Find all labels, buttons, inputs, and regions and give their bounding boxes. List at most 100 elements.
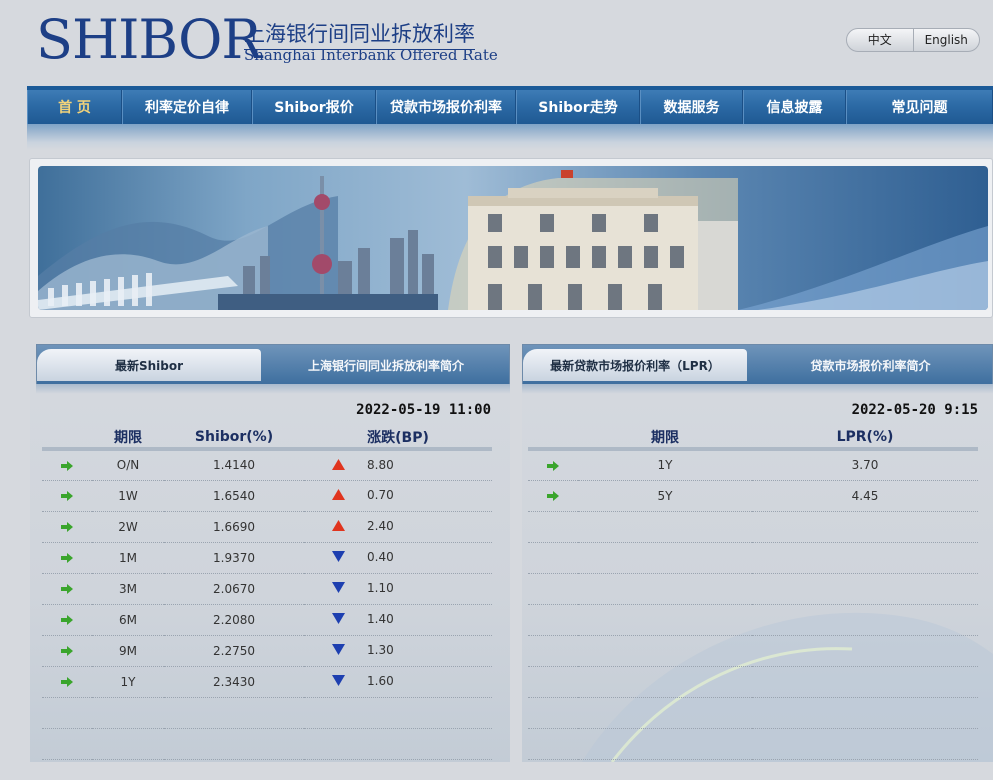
nav-faq[interactable]: 常见问题 [846,90,993,124]
shibor-rate-value: 1.9370 [164,542,304,574]
shibor-rate-value: 2.0670 [164,573,304,605]
lang-chinese-button[interactable]: 中文 [847,29,913,51]
term-link[interactable]: 1W [92,480,164,512]
go-arrow-icon[interactable] [547,491,559,501]
shibor-rate-value: 2.2750 [164,635,304,667]
row-arrow-cell[interactable] [42,449,92,481]
shibor-rate-value: 2.2080 [164,604,304,636]
tab-lpr-intro[interactable]: 贷款市场报价利率简介 [747,349,993,381]
table-row[interactable]: 1W 1.6540 0.70 [42,480,492,512]
change-value: 2.40 [367,518,394,533]
banner-illustration [38,170,988,310]
term-link[interactable]: O/N [92,449,164,481]
lang-english-button[interactable]: English [912,29,980,51]
table-row[interactable]: 6M 2.2080 1.40 [42,604,492,636]
lpr-timestamp: 2022-05-20 9:15 [851,402,978,418]
header-lpr-rate: LPR(%) [752,427,978,451]
empty-row [528,542,978,574]
term-link[interactable]: 1Y [578,449,752,481]
up-triangle-icon [332,520,345,532]
main-nav: 首 页 利率定价自律 Shibor报价 贷款市场报价利率 Shibor走势 数据… [27,86,993,124]
go-arrow-icon[interactable] [61,646,73,656]
change-wrap: 1.30 [332,643,394,657]
nav-shibor-quotes[interactable]: Shibor报价 [252,90,376,124]
header-term: 期限 [92,427,164,451]
change-cell: 0.40 [304,542,492,574]
change-wrap: 8.80 [332,458,394,472]
term-link[interactable]: 2W [92,511,164,543]
change-cell: 1.40 [304,604,492,636]
nav-lpr[interactable]: 贷款市场报价利率 [376,90,516,124]
table-row[interactable]: O/N 1.4140 8.80 [42,449,492,481]
lpr-rate-value: 3.70 [752,449,978,481]
go-arrow-icon[interactable] [61,491,73,501]
change-cell: 0.70 [304,480,492,512]
nav-shadow [27,124,993,150]
row-arrow-cell[interactable] [42,542,92,574]
change-cell: 1.30 [304,635,492,667]
language-switch: 中文 English [846,28,980,52]
change-wrap: 2.40 [332,519,394,533]
row-arrow-cell[interactable] [42,635,92,667]
row-arrow-cell[interactable] [42,573,92,605]
table-row[interactable]: 9M 2.2750 1.30 [42,635,492,667]
row-arrow-cell[interactable] [42,666,92,698]
empty-row [42,728,492,760]
header-spacer [42,427,92,451]
tab-shibor-intro[interactable]: 上海银行间同业拆放利率简介 [261,349,511,381]
change-value: 1.60 [367,673,394,688]
term-link[interactable]: 5Y [578,480,752,512]
go-arrow-icon[interactable] [61,584,73,594]
lpr-table: 期限 LPR(%) 1Y 3.70 5Y 4.45 [528,427,978,760]
term-link[interactable]: 9M [92,635,164,667]
down-triangle-icon [332,644,345,656]
change-value: 0.40 [367,549,394,564]
term-link[interactable]: 1Y [92,666,164,698]
table-row[interactable]: 3M 2.0670 1.10 [42,573,492,605]
shibor-tabbar: 最新Shibor 上海银行间同业拆放利率简介 [36,344,510,384]
tab-strip [522,384,993,394]
go-arrow-icon[interactable] [61,677,73,687]
nav-disclosure[interactable]: 信息披露 [743,90,846,124]
lpr-table-header: 期限 LPR(%) [528,427,978,451]
change-wrap: 0.70 [332,488,394,502]
nav-home[interactable]: 首 页 [27,90,122,124]
nav-data-services[interactable]: 数据服务 [640,90,743,124]
header-spacer [528,427,578,451]
go-arrow-icon[interactable] [547,460,559,471]
empty-row [528,666,978,698]
change-value: 8.80 [367,457,394,472]
term-link[interactable]: 1M [92,542,164,574]
table-row[interactable]: 1Y 3.70 [528,449,978,481]
table-row[interactable]: 2W 1.6690 2.40 [42,511,492,543]
shibor-rate-value: 1.6540 [164,480,304,512]
change-wrap: 1.10 [332,581,394,595]
term-link[interactable]: 6M [92,604,164,636]
row-arrow-cell[interactable] [42,604,92,636]
empty-row [42,697,492,729]
tab-latest-shibor[interactable]: 最新Shibor [37,349,261,381]
go-arrow-icon[interactable] [61,460,73,471]
empty-row [528,573,978,605]
row-arrow-cell[interactable] [42,511,92,543]
go-arrow-icon[interactable] [61,615,73,625]
change-value: 0.70 [367,487,394,502]
change-cell: 1.60 [304,666,492,698]
tab-latest-lpr[interactable]: 最新贷款市场报价利率（LPR） [523,349,747,381]
go-arrow-icon[interactable] [61,553,73,563]
lpr-rate-value: 4.45 [752,480,978,512]
nav-pricing-self-discipline[interactable]: 利率定价自律 [122,90,252,124]
shibor-rate-value: 1.6690 [164,511,304,543]
table-row[interactable]: 5Y 4.45 [528,480,978,512]
row-arrow-cell[interactable] [528,480,578,512]
nav-shibor-trend[interactable]: Shibor走势 [516,90,640,124]
logo-text[interactable]: SHIBOR [36,10,262,70]
shibor-rate-value: 1.4140 [164,449,304,481]
change-cell: 8.80 [304,449,492,481]
go-arrow-icon[interactable] [61,522,73,532]
table-row[interactable]: 1M 1.9370 0.40 [42,542,492,574]
row-arrow-cell[interactable] [528,449,578,481]
table-row[interactable]: 1Y 2.3430 1.60 [42,666,492,698]
row-arrow-cell[interactable] [42,480,92,512]
term-link[interactable]: 3M [92,573,164,605]
